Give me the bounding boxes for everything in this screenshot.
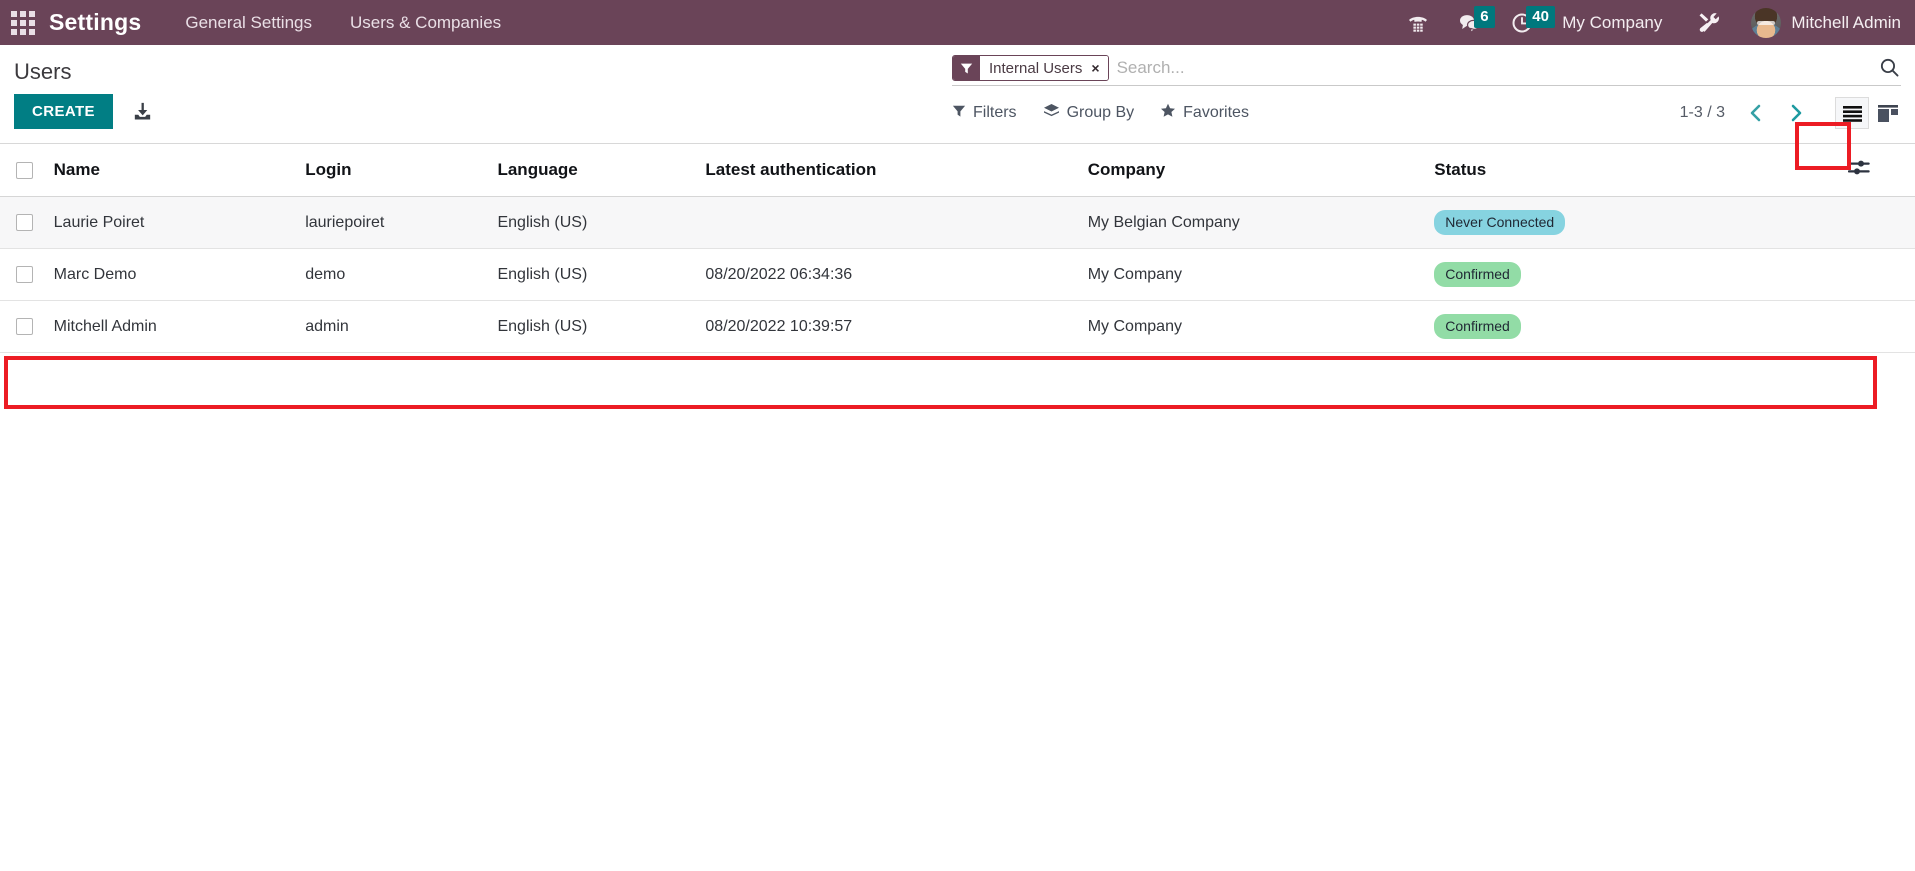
search-row: Internal Users ×	[952, 55, 1901, 86]
users-table: Name Login Language Latest authenticatio…	[0, 144, 1915, 353]
annotation-highlight-admin-row	[4, 356, 1877, 409]
table-row[interactable]: Laurie Poiret lauriepoiret English (US) …	[0, 196, 1915, 249]
column-header-latest-authentication[interactable]: Latest authentication	[705, 144, 1088, 197]
activities-clock-icon[interactable]: 40	[1496, 0, 1555, 45]
group-by-dropdown[interactable]: Group By	[1043, 103, 1135, 123]
cell-login: lauriepoiret	[305, 196, 498, 249]
cell-status: Never Connected	[1434, 196, 1848, 249]
status-badge: Confirmed	[1434, 262, 1521, 287]
list-view-icon[interactable]	[1835, 97, 1869, 129]
search-area: Internal Users ×	[952, 55, 1901, 86]
cell-login: demo	[305, 248, 498, 301]
cell-name: Marc Demo	[53, 248, 306, 301]
cell-latest-authentication: 08/20/2022 10:39:57	[705, 300, 1088, 353]
pager-next-button[interactable]	[1781, 101, 1811, 125]
nav-item-users-companies[interactable]: Users & Companies	[350, 13, 501, 33]
cell-status: Confirmed	[1434, 300, 1848, 353]
table-row[interactable]: Marc Demo demo English (US) 08/20/2022 0…	[0, 248, 1915, 301]
search-facet-label-wrap: Internal Users ×	[980, 56, 1108, 80]
search-input[interactable]	[1108, 55, 1901, 81]
cell-latest-authentication: 08/20/2022 06:34:36	[705, 248, 1088, 301]
create-button[interactable]: CREATE	[14, 94, 113, 129]
column-header-company[interactable]: Company	[1087, 144, 1435, 197]
cell-optional	[1847, 248, 1915, 301]
cell-login: admin	[305, 300, 498, 353]
table-header: Name Login Language Latest authenticatio…	[0, 144, 1915, 197]
row-select-cell	[0, 248, 54, 301]
kanban-view-icon[interactable]	[1871, 97, 1905, 129]
table-header-row: Name Login Language Latest authenticatio…	[0, 144, 1915, 197]
cell-company: My Company	[1087, 300, 1435, 353]
table-body: Laurie Poiret lauriepoiret English (US) …	[0, 196, 1915, 353]
current-company[interactable]: My Company	[1548, 13, 1682, 33]
pager-and-views: 1-3 / 3	[1680, 97, 1905, 129]
status-badge: Confirmed	[1434, 314, 1521, 339]
favorites-dropdown[interactable]: Favorites	[1160, 103, 1249, 123]
page-title: Users	[14, 59, 72, 84]
avatar	[1751, 7, 1782, 38]
search-facet-remove-icon[interactable]: ×	[1091, 60, 1099, 76]
user-menu[interactable]: Mitchell Admin	[1735, 7, 1901, 38]
select-all-header	[0, 144, 54, 197]
messages-badge: 6	[1474, 6, 1495, 28]
row-checkbox[interactable]	[16, 213, 33, 231]
pager-previous-button[interactable]	[1741, 101, 1771, 125]
favorites-star-icon	[1160, 103, 1176, 123]
cell-name: Laurie Poiret	[53, 196, 306, 249]
app-brand-title[interactable]: Settings	[49, 9, 141, 36]
pager-range: 1-3 / 3	[1679, 104, 1725, 121]
control-panel-buttons: CREATE	[14, 94, 156, 129]
table-row[interactable]: Mitchell Admin admin English (US) 08/20/…	[0, 300, 1915, 353]
cell-optional	[1847, 196, 1915, 249]
select-all-checkbox[interactable]	[16, 162, 33, 180]
download-export-icon[interactable]	[129, 98, 156, 125]
column-header-language[interactable]: Language	[497, 144, 706, 197]
filters-label: Filters	[973, 104, 1017, 121]
status-badge: Never Connected	[1434, 210, 1566, 235]
cell-language: English (US)	[497, 196, 706, 249]
cell-optional	[1847, 300, 1915, 353]
column-header-name[interactable]: Name	[53, 144, 306, 197]
messages-icon[interactable]: 6	[1444, 0, 1496, 45]
cell-latest-authentication	[705, 196, 1088, 249]
filter-funnel-icon	[952, 104, 966, 123]
group-by-layers-icon	[1043, 103, 1060, 123]
cell-language: English (US)	[497, 248, 706, 301]
navbar-menu: General Settings Users & Companies	[185, 13, 501, 33]
cell-name: Mitchell Admin	[53, 300, 306, 353]
search-facet-label: Internal Users	[989, 59, 1083, 77]
row-checkbox[interactable]	[16, 265, 33, 283]
users-list-view: Name Login Language Latest authenticatio…	[0, 144, 1915, 353]
activities-badge: 40	[1526, 6, 1555, 28]
phone-dialpad-icon[interactable]	[1392, 0, 1444, 45]
row-checkbox[interactable]	[16, 317, 33, 335]
column-header-status[interactable]: Status	[1434, 144, 1848, 197]
optional-columns-sliders-icon[interactable]	[1847, 144, 1915, 197]
cell-company: My Company	[1087, 248, 1435, 301]
user-name: Mitchell Admin	[1791, 12, 1901, 32]
top-navbar: Settings General Settings Users & Compan…	[0, 0, 1915, 45]
tools-wrench-icon[interactable]	[1682, 0, 1735, 45]
filters-dropdown[interactable]: Filters	[952, 104, 1017, 123]
search-dropdowns: Filters Group By Favorites	[952, 103, 1249, 123]
search-facet-internal-users[interactable]: Internal Users ×	[952, 55, 1109, 81]
apps-grid-icon[interactable]	[0, 0, 45, 45]
column-header-login[interactable]: Login	[305, 144, 498, 197]
filter-funnel-icon	[953, 56, 980, 80]
favorites-label: Favorites	[1183, 104, 1249, 121]
control-panel: Users CREATE Internal Users × Search... …	[0, 45, 1915, 144]
navbar-systray: 6 40 My Company Mitchell Admin	[1392, 0, 1901, 45]
row-select-cell	[0, 300, 54, 353]
group-by-label: Group By	[1066, 104, 1135, 121]
nav-item-general-settings[interactable]: General Settings	[185, 13, 312, 33]
view-switcher	[1835, 97, 1905, 129]
cell-language: English (US)	[497, 300, 706, 353]
row-select-cell	[0, 196, 54, 249]
search-icon[interactable]	[1878, 56, 1901, 84]
cell-status: Confirmed	[1434, 248, 1848, 301]
control-panel-bottom: Filters Group By Favorites 1-3 / 3	[952, 97, 1905, 129]
cell-company: My Belgian Company	[1087, 196, 1435, 249]
